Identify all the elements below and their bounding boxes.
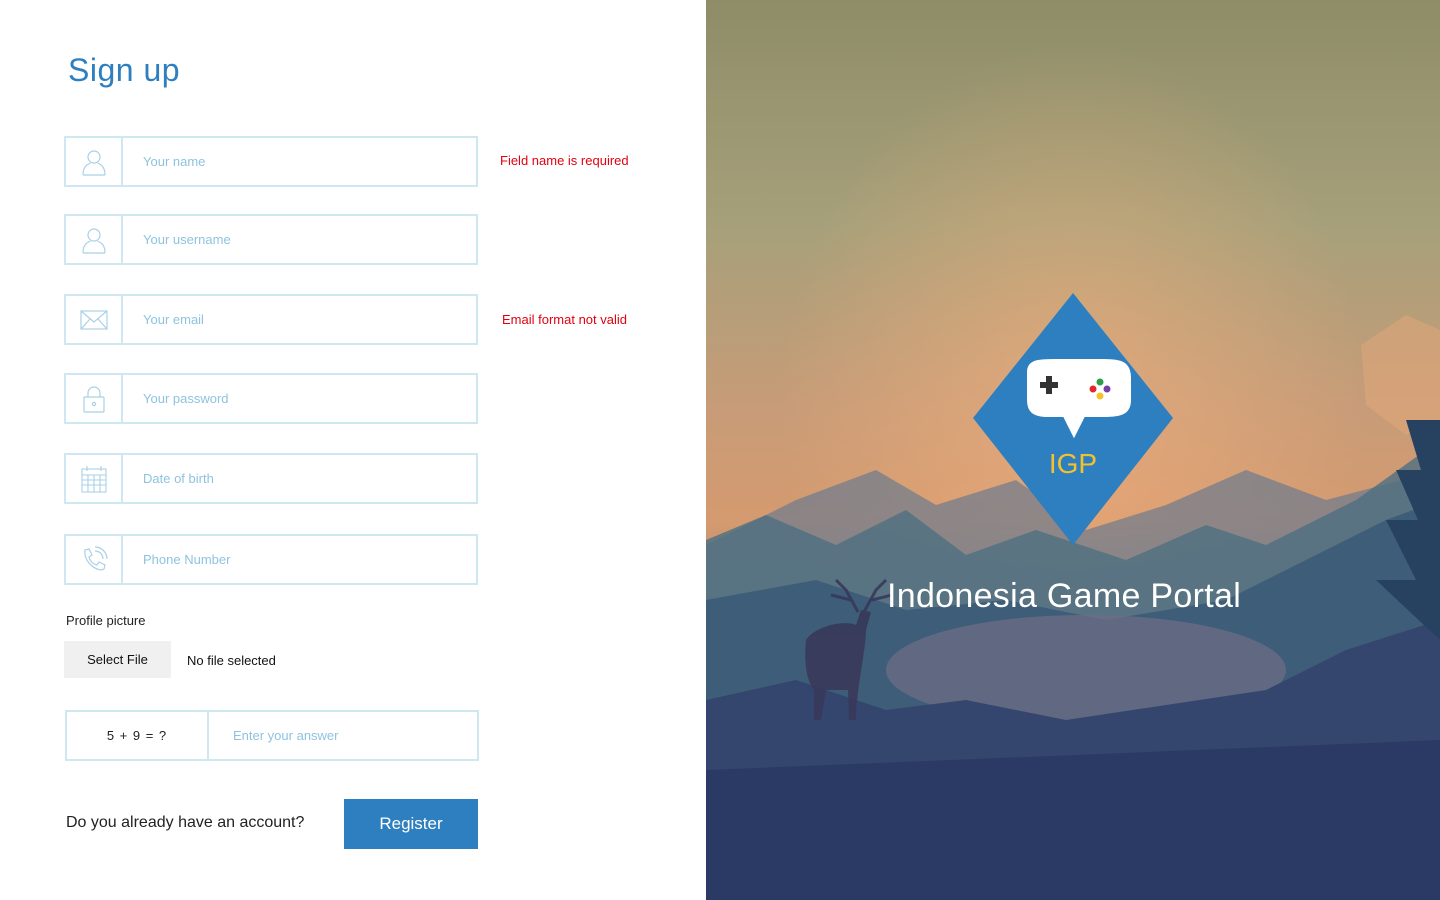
username-field (64, 214, 478, 265)
password-field (64, 373, 478, 424)
logo-text: IGP (1049, 448, 1097, 479)
hero-title: Indonesia Game Portal (887, 577, 1242, 615)
captcha-input[interactable] (211, 712, 477, 759)
account-prompt-link[interactable]: Do you already have an account? (66, 814, 304, 832)
captcha-field: 5 + 9 = ? (65, 710, 479, 761)
phone-icon (66, 536, 123, 583)
email-field (64, 294, 478, 345)
profile-picture-label: Profile picture (66, 613, 146, 628)
dob-input[interactable] (125, 455, 476, 502)
file-status: No file selected (187, 653, 276, 668)
captcha-question: 5 + 9 = ? (67, 712, 209, 759)
email-input[interactable] (125, 296, 476, 343)
select-file-button[interactable]: Select File (64, 641, 171, 678)
phone-field (64, 534, 478, 585)
lock-icon (66, 375, 123, 422)
landscape-illustration: IGP (706, 0, 1440, 900)
password-input[interactable] (125, 375, 476, 422)
calendar-icon (66, 455, 123, 502)
signup-panel: Sign up Field name is required (0, 0, 706, 900)
name-field (64, 136, 478, 187)
phone-input[interactable] (125, 536, 476, 583)
hero-panel: IGP Indonesia Game Portal (706, 0, 1440, 900)
username-input[interactable] (125, 216, 476, 263)
name-error: Field name is required (500, 153, 629, 168)
dob-field (64, 453, 478, 504)
page-title: Sign up (68, 52, 181, 88)
envelope-icon (66, 296, 123, 343)
register-button[interactable]: Register (344, 799, 478, 849)
name-input[interactable] (125, 138, 476, 185)
user-icon (66, 138, 123, 185)
user-icon (66, 216, 123, 263)
email-error: Email format not valid (502, 312, 627, 327)
